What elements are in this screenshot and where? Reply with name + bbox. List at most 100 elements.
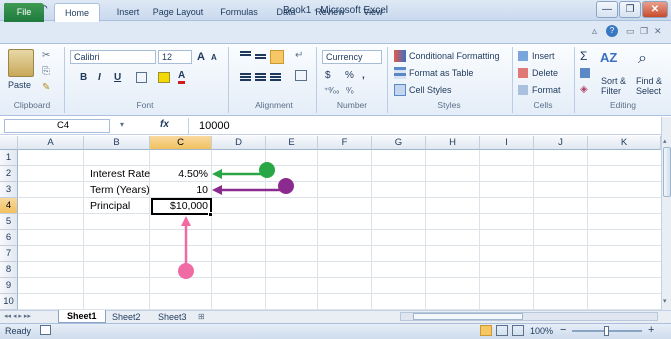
clear-icon[interactable]: ◈ xyxy=(580,84,588,95)
group-label-number: Number xyxy=(336,100,368,110)
group-separator xyxy=(512,47,513,113)
font-size-select[interactable]: 12 xyxy=(158,50,192,64)
borders-icon[interactable] xyxy=(136,72,147,83)
formula-input[interactable]: 10000 xyxy=(188,118,658,134)
group-label-cells: Cells xyxy=(533,100,553,110)
pink-arrowhead xyxy=(181,216,191,226)
tab-page-layout[interactable]: Page Layout xyxy=(150,3,206,22)
group-label-styles: Styles xyxy=(437,100,461,110)
grow-font-button[interactable]: A xyxy=(197,51,205,63)
group-label-clipboard: Clipboard xyxy=(13,100,51,110)
find-select-icon: ⌕ xyxy=(638,50,647,67)
format-cells-icon xyxy=(518,85,528,95)
bold-button[interactable]: B xyxy=(80,72,87,83)
underline-button[interactable]: U xyxy=(114,72,121,83)
name-box-dropdown-icon[interactable]: ▾ xyxy=(120,120,124,129)
vertical-scrollbar[interactable]: ▴ ▾ xyxy=(661,117,671,310)
percent-button[interactable]: % xyxy=(345,70,354,81)
insert-function-button[interactable]: fx xyxy=(160,119,169,130)
name-box[interactable]: C4 xyxy=(4,119,110,133)
number-format-select[interactable]: Currency xyxy=(322,50,382,64)
scroll-up-icon[interactable]: ▴ xyxy=(663,137,670,145)
tab-file[interactable]: File xyxy=(4,3,44,22)
zoom-slider-thumb[interactable] xyxy=(604,326,609,336)
group-label-font: Font xyxy=(136,100,154,110)
group-separator xyxy=(64,47,65,113)
delete-button[interactable]: Delete xyxy=(532,68,558,78)
format-painter-icon[interactable]: ✎ xyxy=(42,82,50,93)
vertical-align-icons[interactable] xyxy=(240,50,288,66)
worksheet-grid[interactable]: A B C D E F G H I J K 1 2 3 4 5 6 7 8 9 … xyxy=(0,136,661,310)
zoom-out-button[interactable]: − xyxy=(560,324,566,336)
autosum-button[interactable]: Σ xyxy=(580,49,587,63)
workbook-restore-icon[interactable]: ❐ xyxy=(640,26,648,37)
ribbon-tab-bar xyxy=(0,21,671,43)
group-label-alignment: Alignment xyxy=(255,100,293,110)
format-as-table-button[interactable]: Format as Table xyxy=(409,68,473,78)
font-color-icon[interactable]: A xyxy=(178,71,186,84)
horizontal-scroll-thumb[interactable] xyxy=(413,313,523,320)
normal-view-icon[interactable] xyxy=(480,325,492,336)
group-label-editing: Editing xyxy=(610,100,636,110)
tab-formulas[interactable]: Formulas xyxy=(216,3,262,22)
purple-annotation-dot xyxy=(278,178,294,194)
macro-record-icon[interactable] xyxy=(40,325,51,335)
format-as-table-icon xyxy=(394,67,406,79)
cell-styles-button[interactable]: Cell Styles xyxy=(409,85,452,95)
horizontal-align-icons[interactable] xyxy=(240,72,288,84)
group-separator xyxy=(574,47,575,113)
sheet-tab-1[interactable]: Sheet1 xyxy=(58,310,106,323)
green-arrowhead xyxy=(212,169,222,179)
green-annotation-dot xyxy=(259,162,275,178)
increase-decimal-button[interactable]: ⁺⁰⁄₀₀ xyxy=(324,86,339,95)
cut-icon[interactable]: ✂ xyxy=(42,50,50,61)
purple-arrowhead xyxy=(212,185,222,195)
fill-icon[interactable] xyxy=(580,68,590,78)
paste-button[interactable]: Paste xyxy=(8,80,31,90)
zoom-level[interactable]: 100% xyxy=(530,326,553,336)
minimize-button[interactable]: — xyxy=(596,1,618,18)
workbook-close-icon[interactable]: ✕ xyxy=(654,26,662,37)
comma-button[interactable]: , xyxy=(362,70,365,81)
ribbon-minimize-icon[interactable]: ▵ xyxy=(592,26,597,37)
tab-home[interactable]: Home xyxy=(54,3,100,22)
pink-annotation-dot xyxy=(178,263,194,279)
horizontal-scrollbar[interactable] xyxy=(400,312,658,321)
find-select-label-2[interactable]: Select xyxy=(636,86,661,96)
conditional-formatting-button[interactable]: Conditional Formatting xyxy=(409,51,500,61)
tab-insert[interactable]: Insert xyxy=(110,3,146,22)
scroll-thumb[interactable] xyxy=(663,147,671,197)
shrink-font-button[interactable]: A xyxy=(211,53,217,62)
italic-button[interactable]: I xyxy=(98,72,101,83)
page-break-view-icon[interactable] xyxy=(512,325,524,336)
tab-review[interactable]: Review xyxy=(310,3,350,22)
annotation-overlay xyxy=(178,162,294,279)
zoom-in-button[interactable]: + xyxy=(648,324,654,336)
format-button[interactable]: Format xyxy=(532,85,561,95)
merge-center-icon[interactable] xyxy=(295,70,307,81)
paste-icon[interactable] xyxy=(8,49,34,77)
close-button[interactable]: ✕ xyxy=(642,1,668,18)
sort-filter-label-2[interactable]: Filter xyxy=(601,86,621,96)
group-separator xyxy=(228,47,229,113)
font-name-select[interactable]: Calibri xyxy=(70,50,156,64)
sort-filter-label-1[interactable]: Sort & xyxy=(601,76,626,86)
scroll-down-icon[interactable]: ▾ xyxy=(663,297,670,305)
sort-filter-icon: AZ xyxy=(600,50,618,65)
currency-button[interactable]: $ xyxy=(325,70,331,81)
tab-data[interactable]: Data xyxy=(270,3,302,22)
decrease-decimal-button[interactable]: ⁰⁄₀ xyxy=(346,86,354,95)
find-select-label-1[interactable]: Find & xyxy=(636,76,662,86)
help-icon[interactable]: ? xyxy=(606,25,618,37)
workbook-minimize-icon[interactable]: ▭ xyxy=(626,26,635,37)
fill-color-icon[interactable] xyxy=(158,72,170,83)
restore-button[interactable]: ❐ xyxy=(619,1,641,18)
page-layout-view-icon[interactable] xyxy=(496,325,508,336)
copy-icon[interactable]: ⎘ xyxy=(42,66,50,77)
delete-cells-icon xyxy=(518,68,528,78)
group-separator xyxy=(387,47,388,113)
insert-button[interactable]: Insert xyxy=(532,51,555,61)
wrap-text-icon[interactable]: ↵ xyxy=(295,50,303,61)
tab-view[interactable]: View xyxy=(358,3,388,22)
group-separator xyxy=(316,47,317,113)
